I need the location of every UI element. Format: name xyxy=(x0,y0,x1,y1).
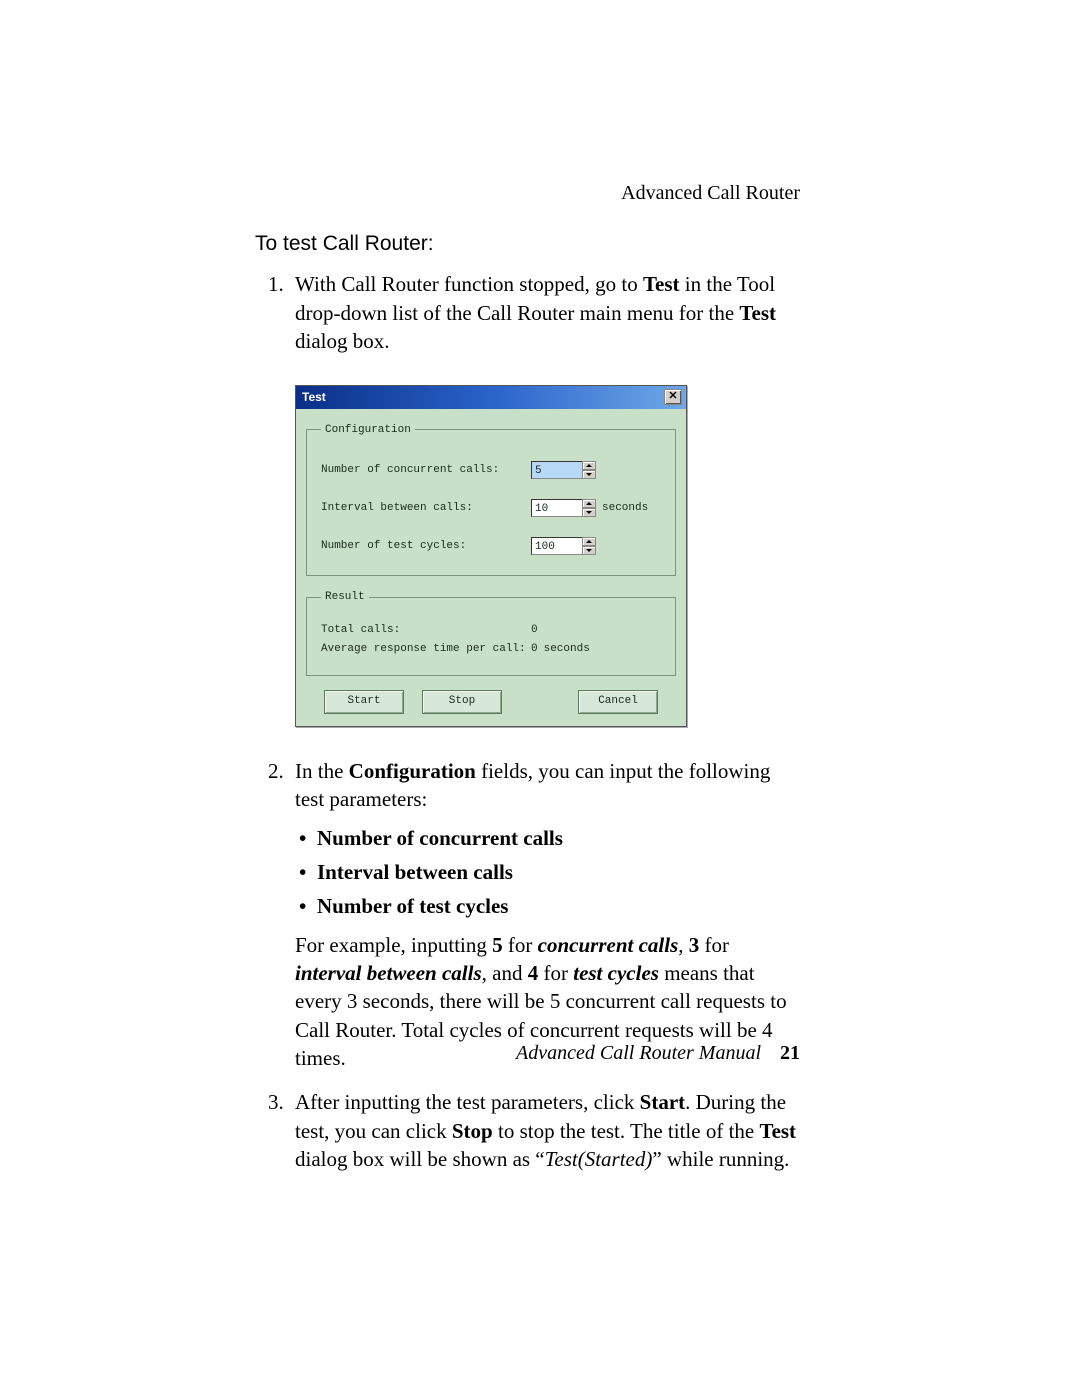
step-3: After inputting the test parameters, cli… xyxy=(289,1088,800,1173)
test-dialog: Test ✕ Configuration Number of concurren… xyxy=(295,385,687,727)
row-concurrent-calls: Number of concurrent calls: 5 xyxy=(321,461,665,479)
t: to stop the test. The title of the xyxy=(493,1119,760,1143)
italic-bold: concurrent calls xyxy=(538,933,679,957)
bold: Test xyxy=(643,272,680,296)
t: dialog box will be shown as “ xyxy=(295,1147,545,1171)
procedure-list: With Call Router function stopped, go to… xyxy=(255,270,800,1173)
t: In the xyxy=(295,759,349,783)
t: , xyxy=(678,933,689,957)
close-icon[interactable]: ✕ xyxy=(664,389,682,405)
cancel-button[interactable]: Cancel xyxy=(578,690,658,714)
chevron-up-icon[interactable] xyxy=(582,499,596,508)
bold: Start xyxy=(640,1090,686,1114)
italic-bold: interval between calls xyxy=(295,961,482,985)
param-bullets: Number of concurrent calls Interval betw… xyxy=(295,824,800,921)
row-total-calls: Total calls: 0 xyxy=(321,623,665,638)
unit-seconds: seconds xyxy=(602,501,648,516)
chevron-up-icon[interactable] xyxy=(582,461,596,470)
bold: Test xyxy=(759,1119,796,1143)
t: for xyxy=(538,961,573,985)
bullet-interval: Interval between calls xyxy=(295,858,800,886)
bold: Stop xyxy=(452,1119,493,1143)
label-total-calls: Total calls: xyxy=(321,623,531,638)
italic-bold: test cycles xyxy=(573,961,659,985)
step-2: In the Configuration fields, you can inp… xyxy=(289,757,800,1072)
page-footer: Advanced Call Router Manual 21 xyxy=(516,1040,800,1067)
dialog-title: Test xyxy=(302,389,326,405)
start-button[interactable]: Start xyxy=(324,690,404,714)
result-group: Result Total calls: 0 Average response t… xyxy=(306,590,676,676)
section-heading: To test Call Router: xyxy=(255,230,800,258)
manual-name: Advanced Call Router Manual xyxy=(516,1042,761,1064)
label-interval: Interval between calls: xyxy=(321,501,531,516)
bold: 3 xyxy=(689,933,700,957)
t: dialog box. xyxy=(295,329,390,353)
dialog-body: Configuration Number of concurrent calls… xyxy=(296,409,686,726)
chevron-up-icon[interactable] xyxy=(582,537,596,546)
label-concurrent-calls: Number of concurrent calls: xyxy=(321,463,531,478)
row-interval: Interval between calls: 10 seconds xyxy=(321,499,665,517)
t: With Call Router function stopped, go to xyxy=(295,272,643,296)
bullet-concurrent: Number of concurrent calls xyxy=(295,824,800,852)
row-avg-response: Average response time per call: 0 second… xyxy=(321,642,665,657)
stop-button[interactable]: Stop xyxy=(422,690,502,714)
step1-text: With Call Router function stopped, go to… xyxy=(295,272,776,353)
spinner-concurrent[interactable] xyxy=(582,461,596,479)
step2-intro: In the Configuration fields, you can inp… xyxy=(295,759,770,811)
bold: Test xyxy=(739,301,776,325)
bold: 5 xyxy=(492,933,503,957)
result-legend: Result xyxy=(321,590,369,605)
dialog-screenshot: Test ✕ Configuration Number of concurren… xyxy=(295,385,800,727)
chevron-down-icon[interactable] xyxy=(582,508,596,517)
step-1: With Call Router function stopped, go to… xyxy=(289,270,800,727)
bold: Configuration xyxy=(349,759,476,783)
dialog-buttons: Start Stop Cancel xyxy=(306,690,676,714)
row-cycles: Number of test cycles: 100 xyxy=(321,537,665,555)
configuration-group: Configuration Number of concurrent calls… xyxy=(306,423,676,577)
t: ” while running. xyxy=(652,1147,789,1171)
input-concurrent-calls[interactable]: 5 xyxy=(531,461,583,479)
titlebar: Test ✕ xyxy=(296,386,686,408)
chevron-down-icon[interactable] xyxy=(582,546,596,555)
configuration-legend: Configuration xyxy=(321,423,415,438)
label-cycles: Number of test cycles: xyxy=(321,539,531,554)
manual-page: Advanced Call Router To test Call Router… xyxy=(0,0,1080,1397)
spacer xyxy=(520,690,560,714)
running-header: Advanced Call Router xyxy=(621,180,800,207)
t: for xyxy=(503,933,538,957)
t: for xyxy=(699,933,729,957)
output-total-calls: 0 xyxy=(531,623,538,638)
spinner-cycles[interactable] xyxy=(582,537,596,555)
input-interval[interactable]: 10 xyxy=(531,499,583,517)
t: After inputting the test parameters, cli… xyxy=(295,1090,640,1114)
chevron-down-icon[interactable] xyxy=(582,470,596,479)
t: , and xyxy=(482,961,528,985)
label-avg-response: Average response time per call: xyxy=(321,642,531,657)
input-cycles[interactable]: 100 xyxy=(531,537,583,555)
bullet-cycles: Number of test cycles xyxy=(295,892,800,920)
output-avg-response: 0 xyxy=(531,642,538,657)
page-number: 21 xyxy=(780,1042,800,1064)
italic: Test(Started) xyxy=(545,1147,653,1171)
unit-seconds: seconds xyxy=(544,642,590,657)
bold: 4 xyxy=(528,961,539,985)
t: For example, inputting xyxy=(295,933,492,957)
spinner-interval[interactable] xyxy=(582,499,596,517)
